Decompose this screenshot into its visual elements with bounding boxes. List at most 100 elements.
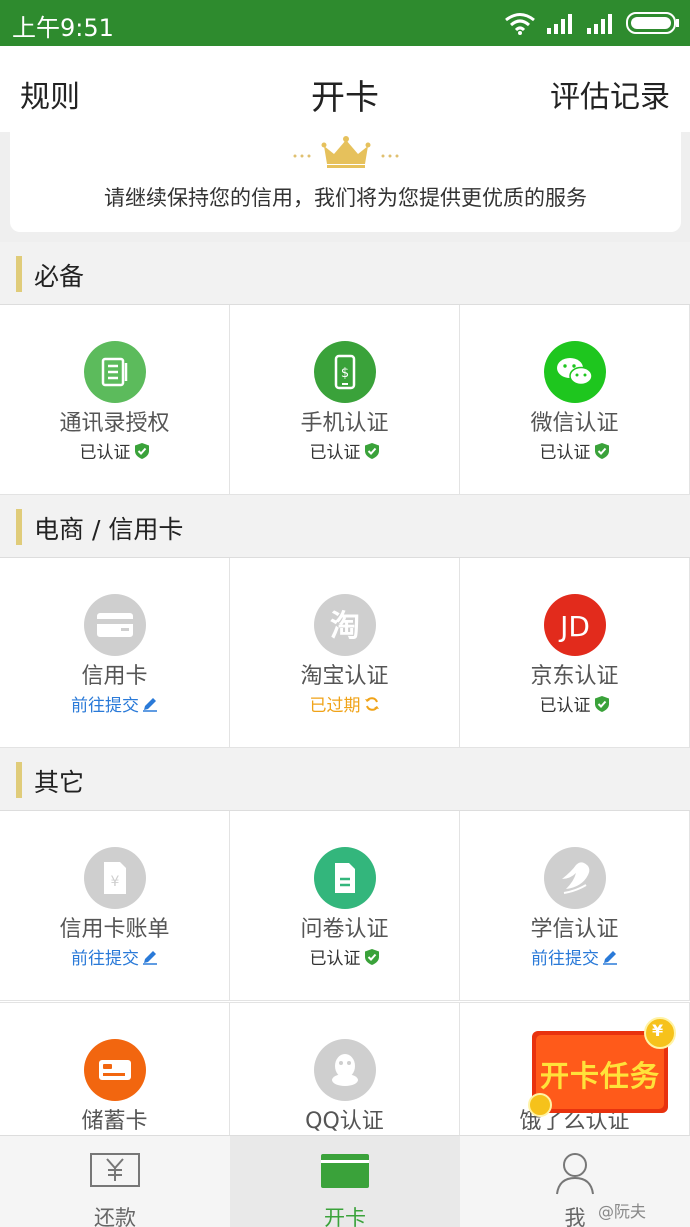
weibo-watermark: @阮夫 <box>598 1202 647 1221</box>
auth-item-name: 手机认证 <box>300 411 389 436</box>
wifi-icon <box>505 13 535 35</box>
promo-label: 开卡任务 <box>539 1059 660 1093</box>
card-icon <box>321 1154 369 1188</box>
tab-bar: 还款 开卡 我 <box>0 1135 690 1227</box>
card-task-promo[interactable]: ¥ 开卡任务 <box>528 1017 680 1125</box>
auth-item-chsi[interactable]: 学信认证 前往提交 <box>460 811 690 1001</box>
svg-text:$: $ <box>341 366 349 381</box>
nav-bar: 规则 开卡 评估记录 <box>0 46 690 132</box>
banner-text: 请继续保持您的信用，我们将为您提供更优质的服务 <box>104 186 587 210</box>
svg-text:¥: ¥ <box>111 874 120 890</box>
auth-item-phone[interactable]: $ 手机认证 已认证 <box>230 305 460 495</box>
status-text: 已认证 <box>309 949 361 969</box>
debit-card-icon <box>84 1039 146 1101</box>
shield-check-icon <box>364 948 379 965</box>
shield-check-icon <box>134 442 149 459</box>
user-icon <box>556 1153 594 1195</box>
auth-item-wechat[interactable]: 微信认证 已认证 <box>460 305 690 495</box>
status-bar: 上午9:51 <box>0 0 690 46</box>
shield-check-icon <box>594 695 609 712</box>
auth-status-verified: 已认证 <box>230 438 459 463</box>
tab-repay[interactable]: 还款 <box>0 1136 230 1227</box>
status-text: 已过期 <box>309 696 361 716</box>
status-text: 已认证 <box>539 443 591 463</box>
auth-item-name: 通讯录授权 <box>59 411 170 436</box>
auth-item-jd[interactable]: JD 京东认证 已认证 <box>460 558 690 748</box>
section-grid-required: 通讯录授权 已认证 $ 手机认证 已认证 微信认证 已认证 <box>0 304 690 495</box>
auth-item-card-bill[interactable]: ¥ 信用卡账单 前往提交 <box>0 811 230 1001</box>
phone-icon: $ <box>314 341 376 403</box>
auth-item-contacts[interactable]: 通讯录授权 已认证 <box>0 305 230 495</box>
auth-item-name: 储蓄卡 <box>81 1109 148 1134</box>
battery-icon <box>626 12 679 34</box>
auth-item-name: QQ认证 <box>305 1109 384 1134</box>
auth-status-submit[interactable]: 前往提交 <box>460 944 689 969</box>
status-text: 已认证 <box>79 443 131 463</box>
promo-coin-icon: ¥ <box>652 1021 664 1040</box>
crown-icon <box>293 136 398 168</box>
signal-icon <box>547 14 572 34</box>
tab-me[interactable]: 我 <box>460 1136 690 1227</box>
status-text: 已认证 <box>539 696 591 716</box>
status-text: 前往提交 <box>71 696 139 716</box>
tab-label: 我 <box>564 1206 586 1227</box>
bill-icon: ¥ <box>84 847 146 909</box>
auth-status-verified: 已认证 <box>230 944 459 969</box>
auth-item-debit-card[interactable]: 储蓄卡 <box>0 1002 230 1136</box>
auth-status-submit[interactable]: 前往提交 <box>0 691 229 716</box>
pencil-icon <box>143 697 157 712</box>
section-title: 必备 <box>34 262 85 291</box>
auth-status-verified: 已认证 <box>460 691 689 716</box>
repay-icon <box>90 1153 140 1187</box>
auth-item-questionnaire[interactable]: 问卷认证 已认证 <box>230 811 460 1001</box>
auth-item-qq[interactable]: QQ认证 <box>230 1002 460 1136</box>
status-time: 上午9:51 <box>12 14 114 42</box>
section-accent-bar <box>16 509 22 545</box>
assessment-history-link[interactable]: 评估记录 <box>550 72 670 116</box>
section-accent-bar <box>16 256 22 292</box>
section-header-required: 必备 <box>0 242 690 304</box>
status-icons <box>504 10 680 36</box>
auth-item-name: 京东认证 <box>530 664 619 689</box>
auth-item-name: 淘宝认证 <box>300 664 389 689</box>
pencil-icon <box>603 950 617 965</box>
pencil-icon <box>143 950 157 965</box>
section-header-other: 其它 <box>0 748 690 810</box>
signal-icon-2 <box>587 14 612 34</box>
status-text: 已认证 <box>309 443 361 463</box>
refresh-icon <box>364 696 379 711</box>
auth-item-name: 信用卡 <box>81 664 148 689</box>
status-text: 前往提交 <box>531 949 599 969</box>
shield-check-icon <box>594 442 609 459</box>
auth-item-name: 学信认证 <box>530 917 619 942</box>
questionnaire-icon <box>314 847 376 909</box>
tab-open-card[interactable]: 开卡 <box>230 1136 460 1227</box>
qq-icon <box>314 1039 376 1101</box>
auth-item-credit-card[interactable]: 信用卡 前往提交 <box>0 558 230 748</box>
credit-card-icon <box>84 594 146 656</box>
auth-status-expired[interactable]: 已过期 <box>230 691 459 716</box>
section-grid-ecommerce: 信用卡 前往提交 淘 淘宝认证 已过期 JD 京东认证 已认证 <box>0 557 690 748</box>
credit-banner: 请继续保持您的信用，我们将为您提供更优质的服务 <box>10 132 681 232</box>
auth-item-name: 问卷认证 <box>300 917 389 942</box>
chsi-icon <box>544 847 606 909</box>
auth-status-submit[interactable]: 前往提交 <box>0 944 229 969</box>
status-text: 前往提交 <box>71 949 139 969</box>
section-accent-bar <box>16 762 22 798</box>
tab-label: 开卡 <box>324 1206 366 1227</box>
contacts-icon <box>84 341 146 403</box>
jd-icon: JD <box>544 594 606 656</box>
auth-status-verified: 已认证 <box>460 438 689 463</box>
shield-check-icon <box>364 442 379 459</box>
auth-item-name: 信用卡账单 <box>59 917 170 942</box>
svg-text:淘: 淘 <box>330 609 360 644</box>
auth-item-name: 微信认证 <box>530 411 619 436</box>
crown-decoration <box>10 134 681 170</box>
section-title: 其它 <box>34 768 85 797</box>
svg-text:JD: JD <box>558 610 590 643</box>
auth-status-verified: 已认证 <box>0 438 229 463</box>
section-title: 电商 / 信用卡 <box>34 515 184 544</box>
wechat-icon <box>544 341 606 403</box>
tab-label: 还款 <box>94 1206 136 1227</box>
auth-item-taobao[interactable]: 淘 淘宝认证 已过期 <box>230 558 460 748</box>
